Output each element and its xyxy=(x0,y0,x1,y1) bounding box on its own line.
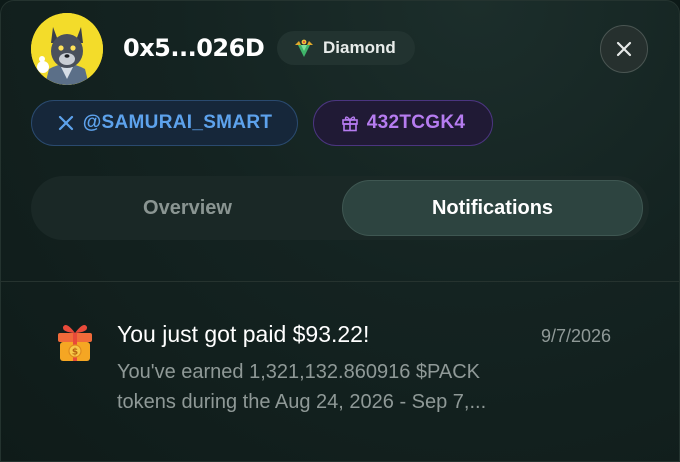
notification-title: You just got paid $93.22! xyxy=(117,321,370,347)
divider xyxy=(1,281,679,282)
notification-body: You've earned 1,321,132.860916 $PACK tok… xyxy=(117,361,487,413)
tab-notifications[interactable]: Notifications xyxy=(342,180,643,236)
profile-tabs: Overview Notifications xyxy=(31,176,649,240)
notification-date: 9/7/2026 xyxy=(541,326,612,346)
avatar xyxy=(31,13,103,85)
svg-text:$: $ xyxy=(72,348,78,358)
close-button[interactable] xyxy=(600,25,648,73)
close-icon xyxy=(616,41,632,57)
referral-code: 432TCGK4 xyxy=(366,112,466,133)
referral-code-chip[interactable]: 432TCGK4 xyxy=(313,100,493,146)
x-logo-icon xyxy=(58,115,73,131)
profile-panel: 0x5...026D Diamond @SAMURAI_SMART 432TCG… xyxy=(0,0,680,462)
rank-label: Diamond xyxy=(323,38,396,57)
diamond-rank-icon xyxy=(295,39,313,57)
twitter-handle: @SAMURAI_SMART xyxy=(82,112,273,133)
tab-overview[interactable]: Overview xyxy=(35,180,340,236)
gift-icon xyxy=(341,116,358,132)
gift-box-icon: $ xyxy=(58,325,92,361)
wallet-address: 0x5...026D xyxy=(123,34,265,62)
twitter-handle-chip[interactable]: @SAMURAI_SMART xyxy=(31,100,298,146)
rank-badge: Diamond xyxy=(277,31,415,65)
